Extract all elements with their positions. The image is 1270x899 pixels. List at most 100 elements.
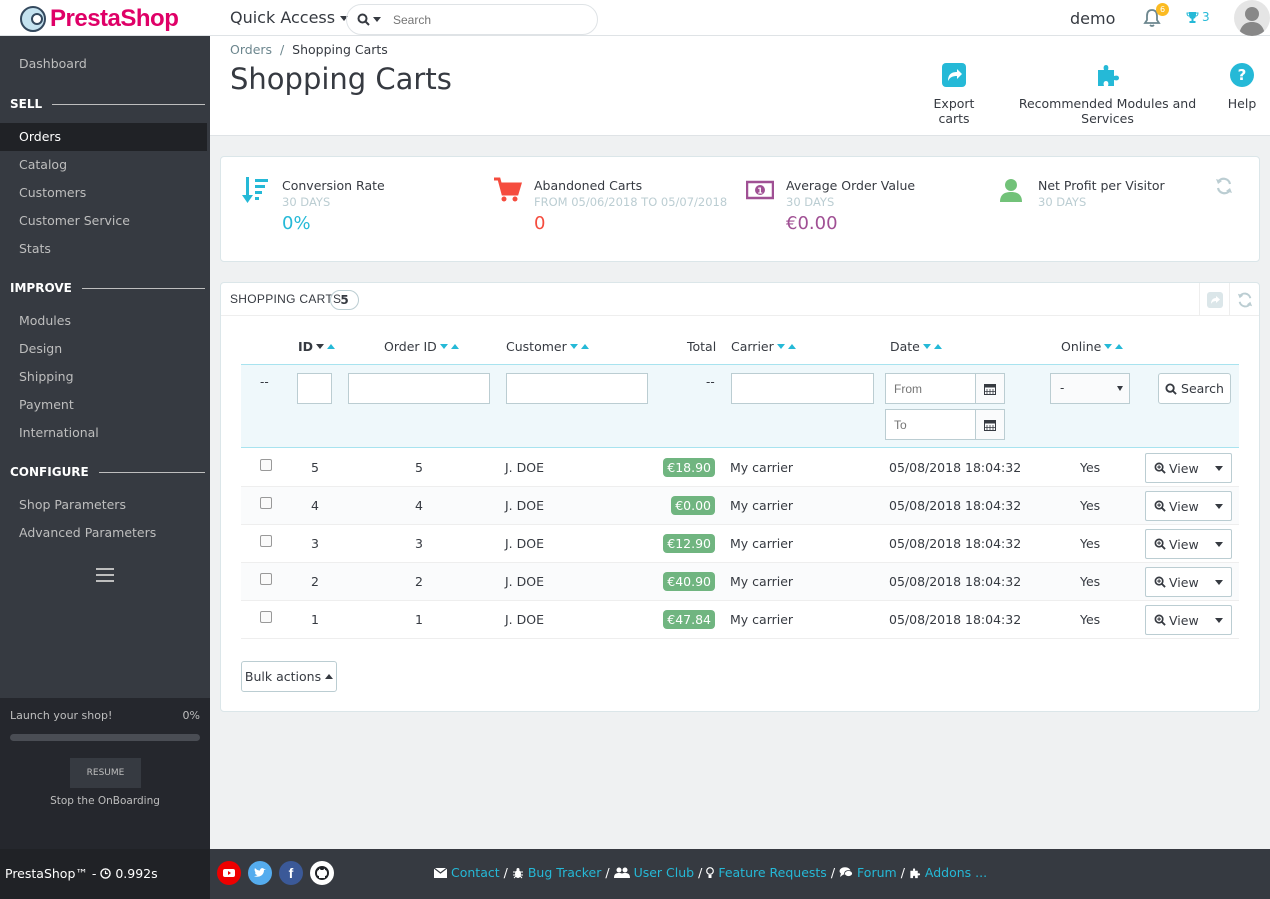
view-button[interactable]: View xyxy=(1145,567,1232,597)
youtube-icon[interactable] xyxy=(217,861,241,885)
prestashop-logo[interactable]: PrestaShop xyxy=(20,5,179,33)
view-action[interactable]: View xyxy=(1146,575,1207,590)
refresh-icon[interactable] xyxy=(1215,177,1233,199)
filter-date-to-input[interactable] xyxy=(885,409,976,440)
breadcrumb-orders[interactable]: Orders xyxy=(230,42,272,57)
row-actions-dropdown[interactable] xyxy=(1207,541,1231,547)
addons-link[interactable]: Addons ... xyxy=(925,865,987,880)
user-club-link[interactable]: User Club xyxy=(634,865,695,880)
avatar[interactable] xyxy=(1234,0,1270,36)
sidebar-item-dashboard[interactable]: Dashboard xyxy=(0,50,207,78)
sort-asc-icon[interactable] xyxy=(580,344,589,349)
view-action[interactable]: View xyxy=(1146,537,1207,552)
facebook-icon[interactable]: f xyxy=(279,861,303,885)
row-actions-dropdown[interactable] xyxy=(1207,503,1231,509)
view-button[interactable]: View xyxy=(1145,453,1232,483)
sidebar-item-customer-service[interactable]: Customer Service xyxy=(0,207,207,235)
sidebar-item-orders[interactable]: Orders xyxy=(0,123,207,151)
help-button[interactable]: ? Help xyxy=(1226,60,1258,111)
link-separator: / xyxy=(605,865,610,880)
sort-desc-icon[interactable] xyxy=(776,344,785,349)
row-actions-dropdown[interactable] xyxy=(1207,579,1231,585)
column-header-online[interactable]: Online xyxy=(1061,339,1124,354)
sidebar-item-catalog[interactable]: Catalog xyxy=(0,151,207,179)
filter-order-id-input[interactable] xyxy=(348,373,490,404)
twitter-icon[interactable] xyxy=(248,861,272,885)
search-input[interactable] xyxy=(393,12,573,27)
filter-carrier-input[interactable] xyxy=(731,373,874,404)
sort-asc-icon[interactable] xyxy=(933,344,942,349)
row-actions-dropdown[interactable] xyxy=(1207,465,1231,471)
sort-asc-icon[interactable] xyxy=(787,344,796,349)
calendar-icon[interactable] xyxy=(975,409,1005,440)
column-header-customer[interactable]: Customer xyxy=(506,339,589,354)
sort-asc-icon[interactable] xyxy=(450,344,459,349)
resume-button[interactable]: RESUME xyxy=(70,758,141,788)
filter-date-from-input[interactable] xyxy=(885,373,976,404)
footer: PrestaShop™ - 0.992s f Contact / Bug Trac… xyxy=(0,849,1270,899)
bulk-actions-button[interactable]: Bulk actions xyxy=(241,661,337,692)
refresh-icon[interactable] xyxy=(1229,283,1259,316)
filter-search-button[interactable]: Search xyxy=(1158,373,1231,404)
column-header-date[interactable]: Date xyxy=(890,339,942,354)
sidebar-item-international[interactable]: International xyxy=(0,419,207,447)
sidebar-item-stats[interactable]: Stats xyxy=(0,235,207,263)
sort-asc-icon[interactable] xyxy=(1115,344,1124,349)
cell-online: Yes xyxy=(1080,574,1101,589)
github-icon[interactable] xyxy=(310,861,334,885)
table-row[interactable]: 5 5 J. DOE €18.90 My carrier 05/08/2018 18:04… xyxy=(241,449,1239,487)
table-row[interactable]: 3 3 J. DOE €12.90 My carrier 05/08/2018 18:04… xyxy=(241,525,1239,563)
row-actions-dropdown[interactable] xyxy=(1207,617,1231,623)
sidebar-item-modules[interactable]: Modules xyxy=(0,307,207,335)
row-checkbox[interactable] xyxy=(260,535,272,547)
table-row[interactable]: 2 2 J. DOE €40.90 My carrier 05/08/2018 18:04… xyxy=(241,563,1239,601)
filter-id-input[interactable] xyxy=(297,373,332,404)
view-action[interactable]: View xyxy=(1146,613,1207,628)
view-button[interactable]: View xyxy=(1145,529,1232,559)
row-checkbox[interactable] xyxy=(260,573,272,585)
trophy-link[interactable]: 3 xyxy=(1186,10,1210,24)
filter-online-select[interactable]: - xyxy=(1050,373,1130,404)
row-checkbox[interactable] xyxy=(260,497,272,509)
table-row[interactable]: 1 1 J. DOE €47.84 My carrier 05/08/2018 18:04… xyxy=(241,601,1239,639)
sort-amount-icon xyxy=(242,177,272,207)
view-button[interactable]: View xyxy=(1145,491,1232,521)
quick-access-dropdown[interactable]: Quick Access xyxy=(230,8,349,27)
sidebar-item-payment[interactable]: Payment xyxy=(0,391,207,419)
sidebar-item-shop-parameters[interactable]: Shop Parameters xyxy=(0,491,207,519)
export-carts-button[interactable]: Export carts xyxy=(921,60,987,126)
sidebar-item-design[interactable]: Design xyxy=(0,335,207,363)
sidebar-item-customers[interactable]: Customers xyxy=(0,179,207,207)
sidebar-item-shipping[interactable]: Shipping xyxy=(0,363,207,391)
view-action[interactable]: View xyxy=(1146,499,1207,514)
sort-desc-icon[interactable] xyxy=(439,344,448,349)
row-checkbox[interactable] xyxy=(260,611,272,623)
menu-collapse-icon[interactable] xyxy=(96,568,114,586)
column-header-order-id[interactable]: Order ID xyxy=(384,339,459,354)
export-icon[interactable] xyxy=(1199,283,1229,316)
column-header-id[interactable]: ID xyxy=(298,339,336,354)
sidebar-item-advanced-parameters[interactable]: Advanced Parameters xyxy=(0,519,207,547)
row-checkbox[interactable] xyxy=(260,459,272,471)
search-icon[interactable] xyxy=(357,13,381,26)
sort-asc-icon[interactable] xyxy=(327,344,336,349)
employee-name[interactable]: demo xyxy=(1070,9,1115,28)
sort-desc-icon[interactable] xyxy=(316,344,325,349)
table-row[interactable]: 4 4 J. DOE €0.00 My carrier 05/08/2018 18:04:… xyxy=(241,487,1239,525)
filter-customer-input[interactable] xyxy=(506,373,648,404)
calendar-icon[interactable] xyxy=(975,373,1005,404)
sort-desc-icon[interactable] xyxy=(1104,344,1113,349)
view-button[interactable]: View xyxy=(1145,605,1232,635)
stop-onboarding-link[interactable]: Stop the OnBoarding xyxy=(0,795,210,807)
forum-link[interactable]: Forum xyxy=(857,865,897,880)
contact-link[interactable]: Contact xyxy=(451,865,500,880)
feature-requests-link[interactable]: Feature Requests xyxy=(718,865,827,880)
view-label: View xyxy=(1169,536,1199,552)
sort-desc-icon[interactable] xyxy=(569,344,578,349)
cell-customer: J. DOE xyxy=(505,612,544,627)
sort-desc-icon[interactable] xyxy=(922,344,931,349)
view-action[interactable]: View xyxy=(1146,461,1207,476)
recommended-modules-button[interactable]: Recommended Modules and Services xyxy=(1003,60,1212,126)
bug-tracker-link[interactable]: Bug Tracker xyxy=(528,865,602,880)
column-header-carrier[interactable]: Carrier xyxy=(731,339,796,354)
